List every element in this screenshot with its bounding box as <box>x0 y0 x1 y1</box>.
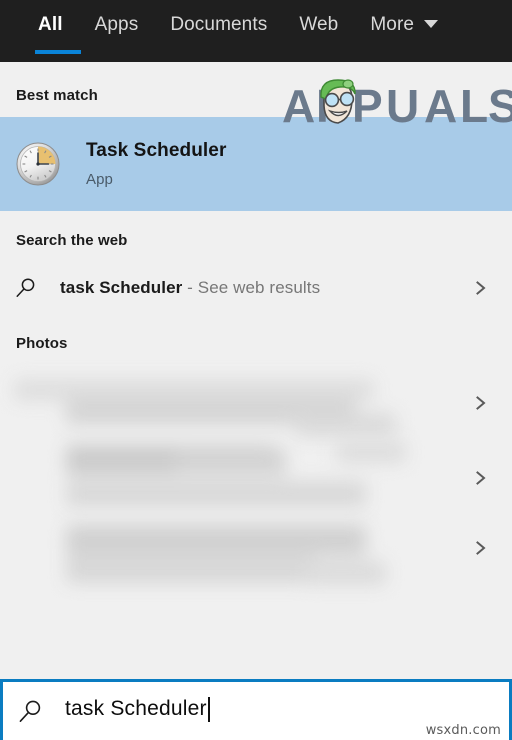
search-tab-bar: All Apps Documents Web More <box>0 0 512 62</box>
search-input-value: task Scheduler <box>65 697 207 720</box>
taskbar-search-box[interactable]: task Scheduler wsxdn.com <box>0 679 512 740</box>
tab-web[interactable]: Web <box>283 0 354 62</box>
tab-all[interactable]: All <box>22 0 81 62</box>
photo-result-row-1[interactable] <box>0 369 512 441</box>
best-match-title: Task Scheduler <box>86 140 227 161</box>
clock-icon <box>16 142 60 186</box>
web-result-label: task Scheduler - See web results <box>60 278 320 298</box>
best-match-heading: Best match <box>16 87 98 104</box>
best-match-result-task-scheduler[interactable]: Task Scheduler App <box>0 117 512 211</box>
tab-documents-label: Documents <box>170 13 268 35</box>
web-result-query: task Scheduler <box>60 278 183 297</box>
search-the-web-heading: Search the web <box>16 232 128 249</box>
web-result-suffix: - See web results <box>182 278 321 297</box>
search-results-panel: Best match Task Scheduler App Search the… <box>0 62 512 679</box>
active-tab-indicator <box>35 50 81 54</box>
blurred-thumbnail-2 <box>6 437 426 523</box>
chevron-down-icon <box>424 20 439 28</box>
chevron-right-icon[interactable] <box>474 471 488 485</box>
search-icon <box>14 276 38 300</box>
best-match-subtitle: App <box>86 171 113 188</box>
tab-more[interactable]: More <box>354 0 454 62</box>
tab-web-label: Web <box>299 13 339 35</box>
blurred-thumbnail-3 <box>6 517 396 603</box>
tab-all-label: All <box>38 13 63 35</box>
photos-heading: Photos <box>16 335 68 352</box>
tab-documents[interactable]: Documents <box>154 0 283 62</box>
search-icon <box>17 698 44 725</box>
best-match-text: Task Scheduler App <box>86 140 226 188</box>
tab-more-label: More <box>370 13 415 35</box>
chevron-right-icon[interactable] <box>474 396 488 410</box>
photo-result-row-3[interactable] <box>0 517 512 603</box>
web-search-result-row[interactable]: task Scheduler - See web results <box>0 261 512 315</box>
tab-apps[interactable]: Apps <box>79 0 155 62</box>
search-input[interactable]: task Scheduler <box>65 696 210 722</box>
site-watermark: wsxdn.com <box>425 723 501 738</box>
chevron-right-icon[interactable] <box>474 281 488 295</box>
tab-apps-label: Apps <box>94 13 139 35</box>
blurred-thumbnail-1 <box>6 369 396 441</box>
tab-list: All Apps Documents Web More <box>0 0 512 62</box>
text-cursor <box>207 696 210 722</box>
photo-result-row-2[interactable] <box>0 437 512 523</box>
chevron-right-icon[interactable] <box>474 541 488 555</box>
